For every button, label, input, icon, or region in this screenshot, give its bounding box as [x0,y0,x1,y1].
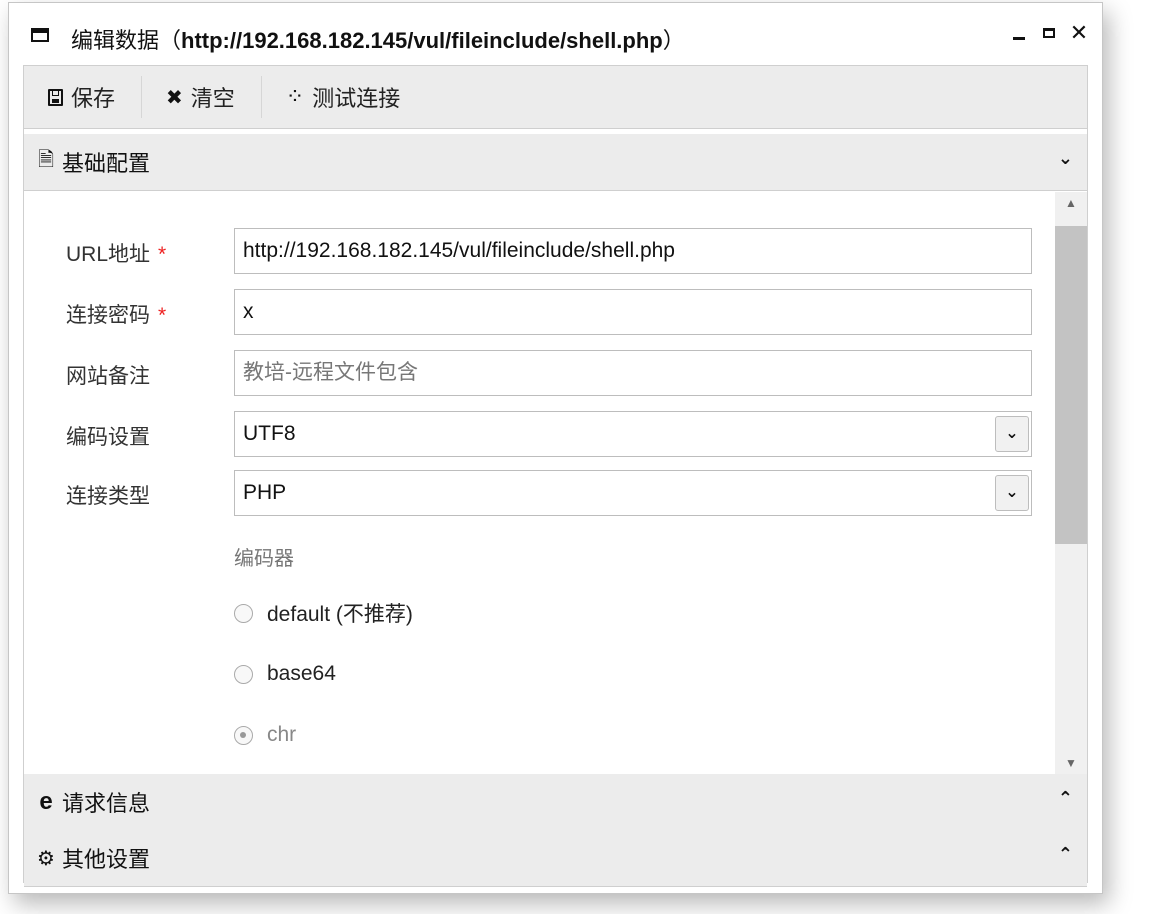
encoder-option-label: default (不推荐) [267,603,413,626]
url-input[interactable]: http://192.168.182.145/vul/fileinclude/s… [234,228,1032,274]
encoding-label: 编码设置 [66,426,150,449]
close-icon: ✖ [166,86,183,109]
scrollbar-thumb[interactable] [1055,226,1087,544]
encoder-option-default[interactable]: default (不推荐) [234,598,413,628]
spinner-icon: ⁘ [285,84,305,109]
save-label: 保存 [71,86,116,111]
gears-icon: ⚙ [37,847,55,870]
note-input[interactable]: 教培-远程文件包含 [234,350,1032,396]
panel-basic-label: 基础配置 [62,151,151,176]
panel-other-header[interactable]: ⚙ 其他设置 ⌃ [24,830,1087,887]
chevron-down-icon[interactable]: ⌄ [995,416,1029,452]
chevron-down-icon[interactable]: ⌄ [995,475,1029,511]
radio-unchecked[interactable] [234,603,253,623]
encoding-value: UTF8 [243,422,296,445]
title-prefix: 编辑数据（ [71,28,182,53]
chevron-up-icon[interactable]: ⌃ [1058,788,1073,809]
close-icon[interactable]: ✕ [1068,20,1090,45]
password-row: 连接密码 * x [24,289,1087,339]
title-url: http://192.168.182.145/vul/fileinclude/s… [181,28,663,53]
window-title: 编辑数据（http://192.168.182.145/vul/fileincl… [71,23,685,55]
panel-request-header[interactable]: e 请求信息 ⌃ [24,774,1087,831]
encoder-option-label: chr [267,723,297,746]
note-label: 网站备注 [66,365,150,388]
radio-unchecked[interactable] [234,664,253,684]
required-marker: * [158,243,167,266]
encoder-option-base64[interactable]: base64 [234,659,336,689]
clear-label: 清空 [190,86,235,111]
type-row: 连接类型 PHP ⌄ [24,470,1087,520]
clear-button[interactable]: ✖ 清空 [142,76,261,118]
password-input[interactable]: x [234,289,1032,335]
ie-icon: e [39,788,53,815]
encoder-title: 编码器 [234,548,294,570]
toolbar: 保存 ✖ 清空 ⁘ 测试连接 [24,66,1087,129]
basic-config-form: URL地址 * http://192.168.182.145/vul/filein… [24,192,1087,774]
maximize-icon[interactable] [1038,21,1060,45]
vertical-scrollbar[interactable]: ▲ ▼ [1055,192,1087,774]
panel-basic-header[interactable]: 🗎 基础配置 ⌄ [24,134,1087,191]
password-label: 连接密码 * [66,304,167,327]
file-icon: 🗎 [37,149,55,171]
note-row: 网站备注 教培-远程文件包含 [24,350,1087,400]
url-row: URL地址 * http://192.168.182.145/vul/filein… [24,228,1087,278]
minimize-icon[interactable] [1008,21,1030,45]
type-label: 连接类型 [66,485,150,508]
window-icon [31,28,49,42]
title-bar[interactable]: 编辑数据（http://192.168.182.145/vul/fileincl… [9,3,1102,65]
title-suffix: ） [662,28,685,53]
window-controls: ✕ [1008,20,1090,45]
panel-request-label: 请求信息 [62,791,151,816]
chevron-up-icon[interactable]: ⌃ [1058,844,1073,865]
panel-other-label: 其他设置 [62,847,151,872]
scroll-down-arrow-icon[interactable]: ▼ [1055,752,1087,774]
encoder-option-chr: chr [234,720,296,750]
encoding-row: 编码设置 UTF8 ⌄ [24,411,1087,461]
encoding-select[interactable]: UTF8 ⌄ [234,411,1032,457]
save-button[interactable]: 保存 [24,76,141,118]
url-label: URL地址 * [66,243,167,266]
type-value: PHP [243,481,287,504]
required-marker: * [158,304,167,327]
save-icon [48,88,63,106]
chevron-down-icon[interactable]: ⌄ [1058,148,1073,169]
edit-data-window: 编辑数据（http://192.168.182.145/vul/fileincl… [8,2,1103,894]
scroll-up-arrow-icon[interactable]: ▲ [1055,192,1087,214]
encoder-option-label: base64 [267,662,336,685]
test-connection-button[interactable]: ⁘ 测试连接 [262,76,426,118]
type-select[interactable]: PHP ⌄ [234,470,1032,516]
radio-checked [234,725,253,745]
window-content: 保存 ✖ 清空 ⁘ 测试连接 🗎 基础配置 ⌄ URL地址 * http://19… [23,65,1088,887]
test-connection-label: 测试连接 [312,86,401,111]
